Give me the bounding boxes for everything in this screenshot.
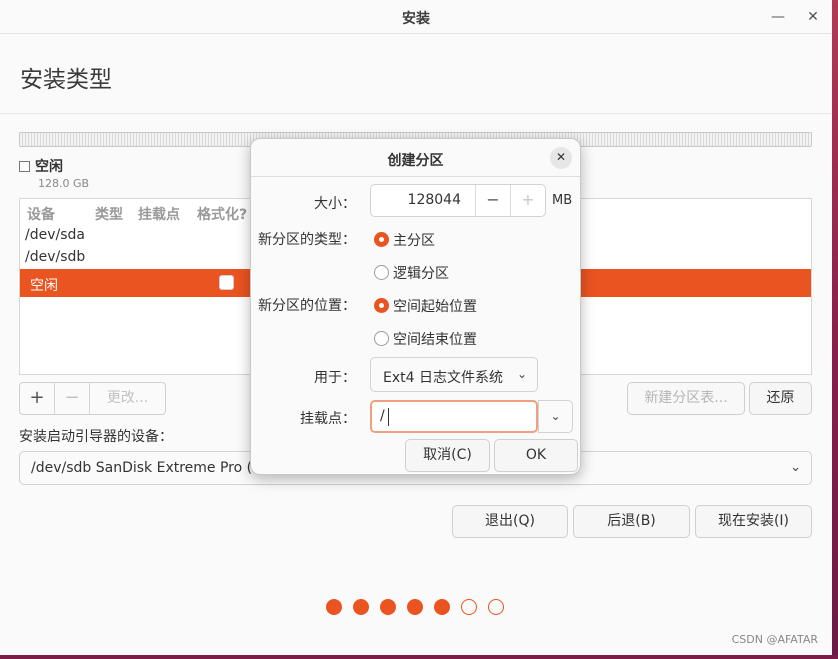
mount-point-input[interactable]: / xyxy=(370,400,538,433)
filesystem-select[interactable]: Ext4 日志文件系统 ⌄ xyxy=(370,357,538,392)
format-checkbox[interactable] xyxy=(219,275,234,290)
chevron-down-icon: ⌄ xyxy=(516,367,527,381)
back-button[interactable]: 后退(B) xyxy=(573,505,690,538)
radio-primary[interactable]: 主分区 xyxy=(374,230,435,250)
size-unit: MB xyxy=(552,193,573,208)
progress-dot xyxy=(407,599,423,615)
mount-point-label: 挂载点： xyxy=(300,411,356,427)
progress-dot xyxy=(326,599,342,615)
chevron-down-icon[interactable]: ⌄ xyxy=(538,400,573,433)
free-space-swatch xyxy=(19,161,30,172)
add-partition-button[interactable]: + xyxy=(20,383,55,414)
window-title: 安装 xyxy=(402,11,430,27)
revert-button[interactable]: 还原 xyxy=(749,382,812,415)
use-as-label: 用于： xyxy=(314,370,356,386)
partition-type-label: 新分区的类型： xyxy=(258,232,356,248)
size-decrease-button[interactable]: − xyxy=(475,185,510,216)
device-name: /dev/sda xyxy=(25,227,85,243)
quit-button[interactable]: 退出(Q) xyxy=(452,505,568,538)
column-header-type[interactable]: 类型 xyxy=(95,204,123,224)
radio-end[interactable]: 空间结束位置 xyxy=(374,329,477,349)
radio-label: 逻辑分区 xyxy=(393,266,449,282)
radio-label: 主分区 xyxy=(393,233,435,249)
progress-dots xyxy=(326,599,504,615)
new-partition-table-button[interactable]: 新建分区表... xyxy=(627,382,745,415)
text-caret xyxy=(388,408,389,426)
change-partition-button[interactable]: 更改... xyxy=(90,383,165,414)
filesystem-value: Ext4 日志文件系统 xyxy=(383,370,503,386)
radio-label: 空间结束位置 xyxy=(393,332,477,348)
create-partition-dialog: 创建分区 ✕ 大小： 128044 − + MB 新分区的类型： 主分区 逻辑分… xyxy=(250,138,581,475)
partition-toolbar: + − 更改... xyxy=(19,382,166,415)
dialog-title: 创建分区 xyxy=(387,153,444,169)
close-window-button[interactable]: ✕ xyxy=(802,6,824,28)
progress-dot xyxy=(353,599,369,615)
size-increase-button[interactable]: + xyxy=(510,185,545,216)
progress-dot xyxy=(488,599,504,615)
install-now-button[interactable]: 现在安装(I) xyxy=(695,505,812,538)
radio-start[interactable]: 空间起始位置 xyxy=(374,296,477,316)
progress-dot xyxy=(461,599,477,615)
partition-location-label: 新分区的位置： xyxy=(258,298,356,314)
size-stepper[interactable]: 128044 − + xyxy=(370,184,546,217)
progress-dot xyxy=(380,599,396,615)
free-space-size: 128.0 GB xyxy=(38,177,90,190)
radio-logical[interactable]: 逻辑分区 xyxy=(374,263,449,283)
watermark: CSDN @AFATAR xyxy=(731,633,818,646)
size-input[interactable]: 128044 xyxy=(371,185,475,216)
boot-device-value: /dev/sdb SanDisk Extreme Pro (1 xyxy=(31,460,262,476)
size-label: 大小： xyxy=(314,196,356,212)
titlebar: 安装 — ✕ xyxy=(0,0,832,34)
boot-device-label: 安装启动引导器的设备： xyxy=(19,429,173,445)
desktop-background-bottom xyxy=(0,655,838,659)
remove-partition-button[interactable]: − xyxy=(55,383,90,414)
device-name: /dev/sdb xyxy=(25,249,86,265)
page-title: 安装类型 xyxy=(20,67,112,93)
progress-dot xyxy=(434,599,450,615)
dialog-divider xyxy=(251,176,580,177)
chevron-down-icon: ⌄ xyxy=(790,460,801,475)
cancel-button[interactable]: 取消(C) xyxy=(405,439,490,472)
radio-selected-icon xyxy=(374,298,389,313)
ok-button[interactable]: OK xyxy=(494,439,578,472)
radio-selected-icon xyxy=(374,232,389,247)
device-name: 空闲 xyxy=(30,278,58,294)
free-space-label: 空闲 xyxy=(35,159,63,175)
free-space-legend: 空闲 xyxy=(19,156,63,176)
mount-point-value: / xyxy=(380,408,385,424)
radio-empty-icon xyxy=(374,331,389,346)
header-divider xyxy=(0,113,832,114)
minimize-button[interactable]: — xyxy=(767,6,789,28)
close-icon[interactable]: ✕ xyxy=(550,147,572,169)
column-header-mount[interactable]: 挂载点 xyxy=(138,204,180,224)
radio-empty-icon xyxy=(374,265,389,280)
column-header-device[interactable]: 设备 xyxy=(27,204,55,224)
desktop-background xyxy=(832,0,838,659)
radio-label: 空间起始位置 xyxy=(393,299,477,315)
column-header-format[interactable]: 格式化? xyxy=(197,204,247,224)
